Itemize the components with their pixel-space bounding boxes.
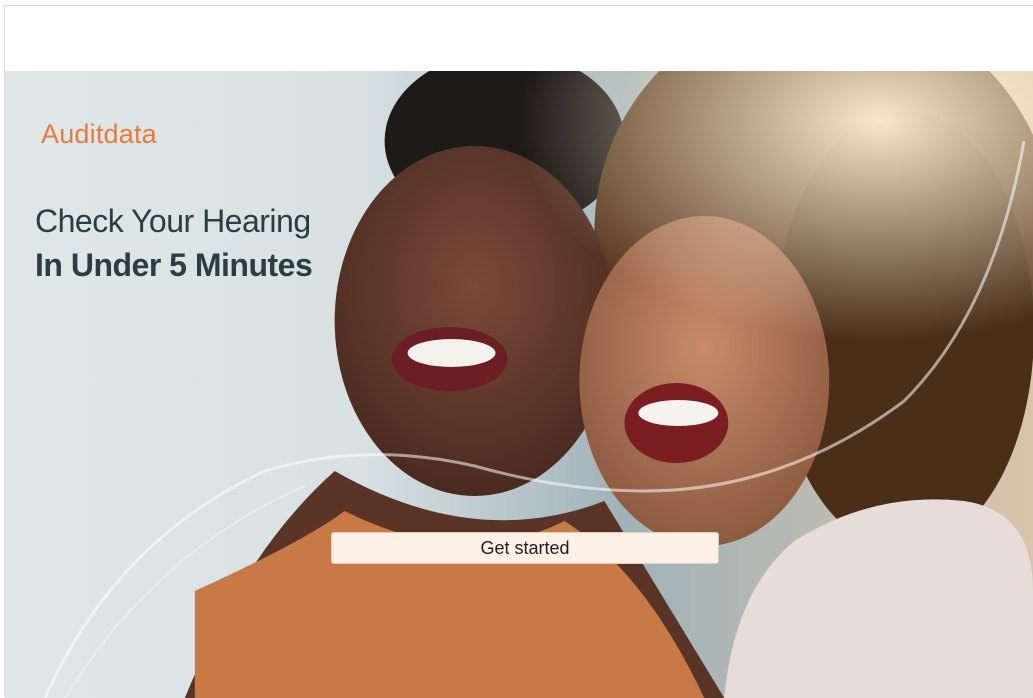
top-bar (5, 6, 1033, 70)
brand-logo: Auditdata (41, 119, 157, 149)
hero-photo (5, 71, 1033, 698)
hero-section: Auditdata Check Your Hearing In Under 5 … (5, 71, 1033, 698)
headline-line-2: In Under 5 Minutes (35, 247, 313, 283)
get-started-button[interactable]: Get started (331, 532, 719, 564)
hero-headline: Check Your Hearing In Under 5 Minutes (35, 199, 313, 287)
headline-line-1: Check Your Hearing (35, 203, 311, 239)
app-window: Auditdata Check Your Hearing In Under 5 … (4, 5, 1033, 698)
